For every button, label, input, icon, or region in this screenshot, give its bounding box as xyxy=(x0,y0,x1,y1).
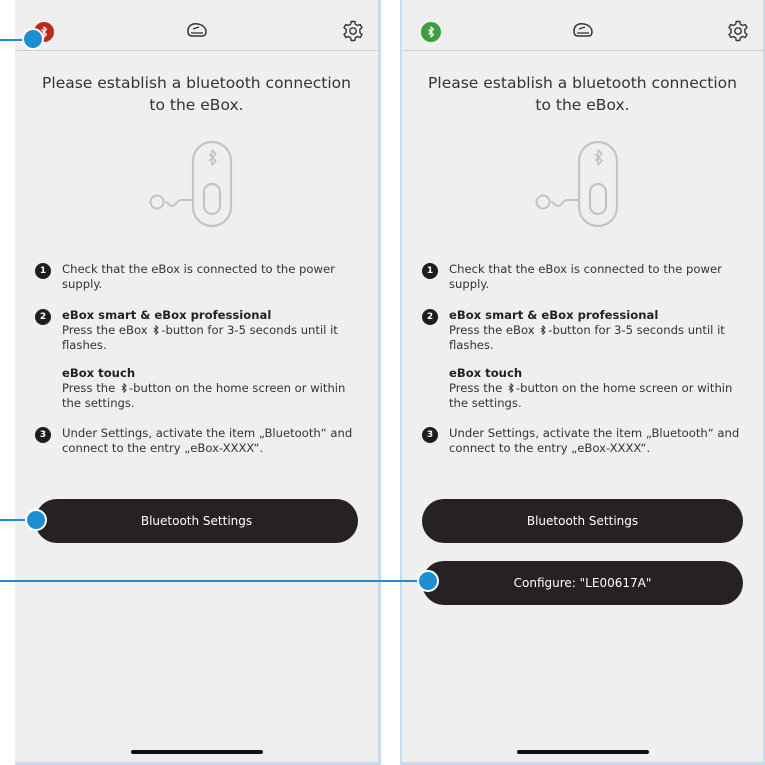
step-1: 1 Check that the eBox is connected to th… xyxy=(35,262,358,292)
bluetooth-icon xyxy=(121,383,127,393)
instruction-steps: 1 Check that the eBox is connected to th… xyxy=(35,262,358,456)
step-text: Under Settings, activate the item „Bluet… xyxy=(62,426,353,455)
step-3: 3 Under Settings, activate the item „Blu… xyxy=(422,426,743,456)
step-title: eBox touch xyxy=(449,366,523,380)
page-heading: Please establish a bluetooth connection … xyxy=(42,74,351,114)
step-1: 1 Check that the eBox is connected to th… xyxy=(422,262,743,292)
step-3: 3 Under Settings, activate the item „Blu… xyxy=(35,426,358,456)
step-text-before: Press the xyxy=(449,381,506,395)
ebox-device-icon xyxy=(149,140,232,228)
step-text: Press the -button on the home screen or … xyxy=(449,381,743,411)
step-text: Press the eBox -button for 3-5 seconds u… xyxy=(449,323,743,353)
step-title: eBox smart & eBox professional xyxy=(62,308,272,322)
gear-icon[interactable] xyxy=(726,19,750,43)
step-number: 2 xyxy=(35,309,51,325)
step-text: Press the -button on the home screen or … xyxy=(62,381,358,411)
step-number: 3 xyxy=(422,427,438,443)
screen-disconnected: Please establish a bluetooth connection … xyxy=(15,0,381,765)
callout-dot-status xyxy=(22,28,44,50)
callout-dot-configure xyxy=(417,570,439,592)
top-bar xyxy=(402,0,763,51)
instruction-steps: 1 Check that the eBox is connected to th… xyxy=(422,262,743,456)
page-heading: Please establish a bluetooth connection … xyxy=(428,74,737,114)
bluetooth-icon xyxy=(153,325,160,335)
step-2-touch: eBox touch Press the -button on the home… xyxy=(35,366,358,411)
step-number: 2 xyxy=(422,309,438,325)
step-2: 2 eBox smart & eBox professional Press t… xyxy=(35,308,358,353)
screen-connected: Please establish a bluetooth connection … xyxy=(400,0,765,765)
bluetooth-settings-button[interactable]: Bluetooth Settings xyxy=(422,499,743,543)
home-indicator xyxy=(130,750,263,754)
gear-icon[interactable] xyxy=(341,19,365,43)
step-text: Check that the eBox is connected to the … xyxy=(449,262,722,291)
ebox-device-icon xyxy=(535,140,618,228)
callout-line-configure xyxy=(0,580,425,582)
car-icon[interactable] xyxy=(185,21,209,41)
step-number: 3 xyxy=(35,427,51,443)
step-text-before: Press the xyxy=(62,381,119,395)
step-text: Press the eBox -button for 3-5 seconds u… xyxy=(62,323,358,353)
configure-button[interactable]: Configure: "LE00617A" xyxy=(422,561,743,605)
bluetooth-icon xyxy=(428,26,435,38)
bluetooth-settings-button[interactable]: Bluetooth Settings xyxy=(35,499,358,543)
step-2-touch: eBox touch Press the -button on the home… xyxy=(422,366,743,411)
step-text: Check that the eBox is connected to the … xyxy=(62,262,335,291)
bluetooth-icon xyxy=(540,325,547,335)
step-number: 1 xyxy=(35,263,51,279)
step-text-before: Press the eBox xyxy=(449,323,539,337)
step-title: eBox smart & eBox professional xyxy=(449,308,659,322)
top-bar xyxy=(15,0,378,51)
step-title: eBox touch xyxy=(62,366,136,380)
car-icon[interactable] xyxy=(571,21,595,41)
home-indicator xyxy=(516,750,649,754)
bluetooth-status-indicator[interactable] xyxy=(421,22,441,42)
step-text: Under Settings, activate the item „Bluet… xyxy=(449,426,740,455)
step-number: 1 xyxy=(422,263,438,279)
step-text-before: Press the eBox xyxy=(62,323,152,337)
bluetooth-icon xyxy=(508,383,514,393)
step-2: 2 eBox smart & eBox professional Press t… xyxy=(422,308,743,353)
callout-dot-bt-settings xyxy=(25,509,47,531)
